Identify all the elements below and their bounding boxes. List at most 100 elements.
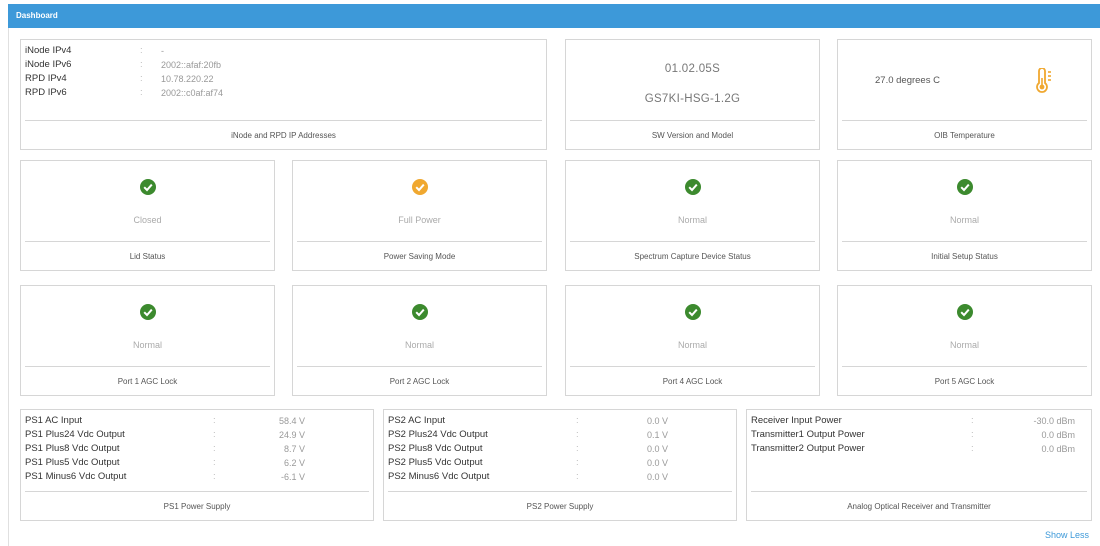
card-footer: Analog Optical Receiver and Transmitter: [751, 491, 1087, 520]
ps-row: PS1 Plus24 Vdc Output: 24.9 V: [25, 428, 365, 442]
ps-label: PS1 Minus6 Vdc Output: [25, 471, 127, 482]
ps-sep: :: [213, 471, 216, 482]
card-footer: OIB Temperature: [842, 120, 1087, 149]
status-value: Normal: [132, 340, 162, 350]
status-value: Full Power: [398, 215, 441, 225]
card-footer: PS2 Power Supply: [388, 491, 732, 520]
check-icon: [684, 179, 701, 195]
ip-row: RPD IPv6: 2002::c0af:af74: [25, 86, 325, 100]
ps-value: 6.2 V: [283, 458, 305, 468]
ip-label: iNode IPv6: [25, 59, 72, 70]
card-footer: Port 4 AGC Lock: [570, 366, 815, 395]
optical-sep: :: [971, 415, 974, 426]
ps-sep: :: [213, 415, 216, 426]
optical-row: Transmitter1 Output Power: 0.0 dBm: [751, 428, 1087, 442]
status-value: Normal: [949, 215, 979, 225]
ps-value: 0.0 V: [646, 472, 668, 482]
ps-row: PS2 Plus5 Vdc Output: 0.0 V: [388, 456, 728, 470]
ip-addresses-card: iNode IPv4: - iNode IPv6:2002::afaf:20fb …: [20, 39, 547, 150]
ip-sep: :: [140, 73, 143, 84]
card-footer: Port 2 AGC Lock: [297, 366, 542, 395]
port5-agc-card: Normal Port 5 AGC Lock: [837, 285, 1092, 396]
sw-model: GS7KI-HSG-1.2G: [644, 93, 741, 105]
initial-setup-card: Normal Initial Setup Status: [837, 160, 1092, 271]
ps-sep: :: [213, 457, 216, 468]
ps-row: PS1 AC Input: 58.4 V: [25, 414, 365, 428]
ps-label: PS2 AC Input: [388, 415, 446, 426]
ps-value: 0.0 V: [646, 444, 668, 454]
ps-label: PS2 Minus6 Vdc Output: [388, 471, 490, 482]
lid-status-card: Closed Lid Status: [20, 160, 275, 271]
ps1-list: PS1 AC Input: 58.4 V PS1 Plus24 Vdc Outpu…: [25, 414, 365, 484]
card-footer: Power Saving Mode: [297, 241, 542, 270]
show-less-link[interactable]: Show Less: [1045, 530, 1089, 540]
port2-agc-card: Normal Port 2 AGC Lock: [292, 285, 547, 396]
ps-row: PS2 Plus24 Vdc Output: 0.1 V: [388, 428, 728, 442]
port1-agc-card: Normal Port 1 AGC Lock: [20, 285, 275, 396]
optical-label: Transmitter1 Output Power: [751, 429, 865, 440]
ps-sep: :: [213, 429, 216, 440]
check-icon: [139, 304, 156, 320]
ps-sep: :: [576, 457, 579, 468]
ps-row: PS2 AC Input: 0.0 V: [388, 414, 728, 428]
optical-card: Receiver Input Power: -30.0 dBm Transmitt…: [746, 409, 1092, 521]
optical-label: Receiver Input Power: [751, 415, 842, 426]
optical-label: Transmitter2 Output Power: [751, 443, 865, 454]
ps-row: PS1 Minus6 Vdc Output: -6.1 V: [25, 470, 365, 484]
ps-label: PS1 Plus8 Vdc Output: [25, 443, 120, 454]
dashboard-header: Dashboard: [8, 4, 1100, 28]
ip-row: iNode IPv4: -: [25, 44, 325, 58]
temperature-card: 27.0 degrees C OIB Temperature: [837, 39, 1092, 150]
optical-row: Transmitter2 Output Power: 0.0 dBm: [751, 442, 1087, 456]
ps-value: 0.0 V: [646, 458, 668, 468]
optical-row: Receiver Input Power: -30.0 dBm: [751, 414, 1087, 428]
ps-label: PS2 Plus5 Vdc Output: [388, 457, 483, 468]
ps2-list: PS2 AC Input: 0.0 V PS2 Plus24 Vdc Output…: [388, 414, 728, 484]
ps-label: PS1 Plus24 Vdc Output: [25, 429, 125, 440]
card-footer: iNode and RPD IP Addresses: [25, 120, 542, 149]
status-value: Normal: [677, 215, 707, 225]
status-value: Closed: [133, 215, 162, 225]
ps-row: PS2 Minus6 Vdc Output: 0.0 V: [388, 470, 728, 484]
status-value: Normal: [404, 340, 434, 350]
check-icon: [684, 304, 701, 320]
ps-value: 24.9 V: [278, 430, 305, 440]
ip-row: RPD IPv4: 10.78.220.22: [25, 72, 325, 86]
ps-label: PS1 Plus5 Vdc Output: [25, 457, 120, 468]
ps-value: 0.1 V: [646, 430, 668, 440]
ps-value: 58.4 V: [278, 416, 305, 426]
status-value: Normal: [949, 340, 979, 350]
check-icon: [411, 179, 428, 195]
card-footer: SW Version and Model: [570, 120, 815, 149]
ip-list: iNode IPv4: - iNode IPv6:2002::afaf:20fb …: [25, 44, 325, 100]
dashboard-content: iNode IPv4: - iNode IPv6:2002::afaf:20fb …: [8, 28, 1100, 546]
optical-sep: :: [971, 429, 974, 440]
port4-agc-card: Normal Port 4 AGC Lock: [565, 285, 820, 396]
spectrum-capture-card: Normal Spectrum Capture Device Status: [565, 160, 820, 271]
power-saving-card: Full Power Power Saving Mode: [292, 160, 547, 271]
ip-label: RPD IPv6: [25, 87, 67, 98]
ip-sep: :: [140, 45, 143, 56]
ps-label: PS2 Plus24 Vdc Output: [388, 429, 488, 440]
card-footer: Port 1 AGC Lock: [25, 366, 270, 395]
ps-sep: :: [576, 443, 579, 454]
ps-sep: :: [576, 415, 579, 426]
check-icon: [139, 179, 156, 195]
ip-value: 2002::afaf:20fb: [161, 60, 222, 70]
sw-version: 01.02.05S: [664, 63, 721, 75]
check-icon: [411, 304, 428, 320]
thermometer-icon: [1034, 67, 1056, 99]
card-footer: Spectrum Capture Device Status: [570, 241, 815, 270]
ps2-card: PS2 AC Input: 0.0 V PS2 Plus24 Vdc Output…: [383, 409, 737, 521]
sw-version-card: 01.02.05S GS7KI-HSG-1.2G SW Version and …: [565, 39, 820, 150]
card-footer: PS1 Power Supply: [25, 491, 369, 520]
check-icon: [956, 179, 973, 195]
ps1-card: PS1 AC Input: 58.4 V PS1 Plus24 Vdc Outpu…: [20, 409, 374, 521]
ps-sep: :: [213, 443, 216, 454]
ps-row: PS1 Plus5 Vdc Output: 6.2 V: [25, 456, 365, 470]
card-footer: Initial Setup Status: [842, 241, 1087, 270]
temperature-value: 27.0 degrees C: [875, 75, 940, 86]
ps-sep: :: [576, 429, 579, 440]
ip-label: iNode IPv4: [25, 45, 72, 56]
optical-value: 0.0 dBm: [1041, 444, 1075, 454]
